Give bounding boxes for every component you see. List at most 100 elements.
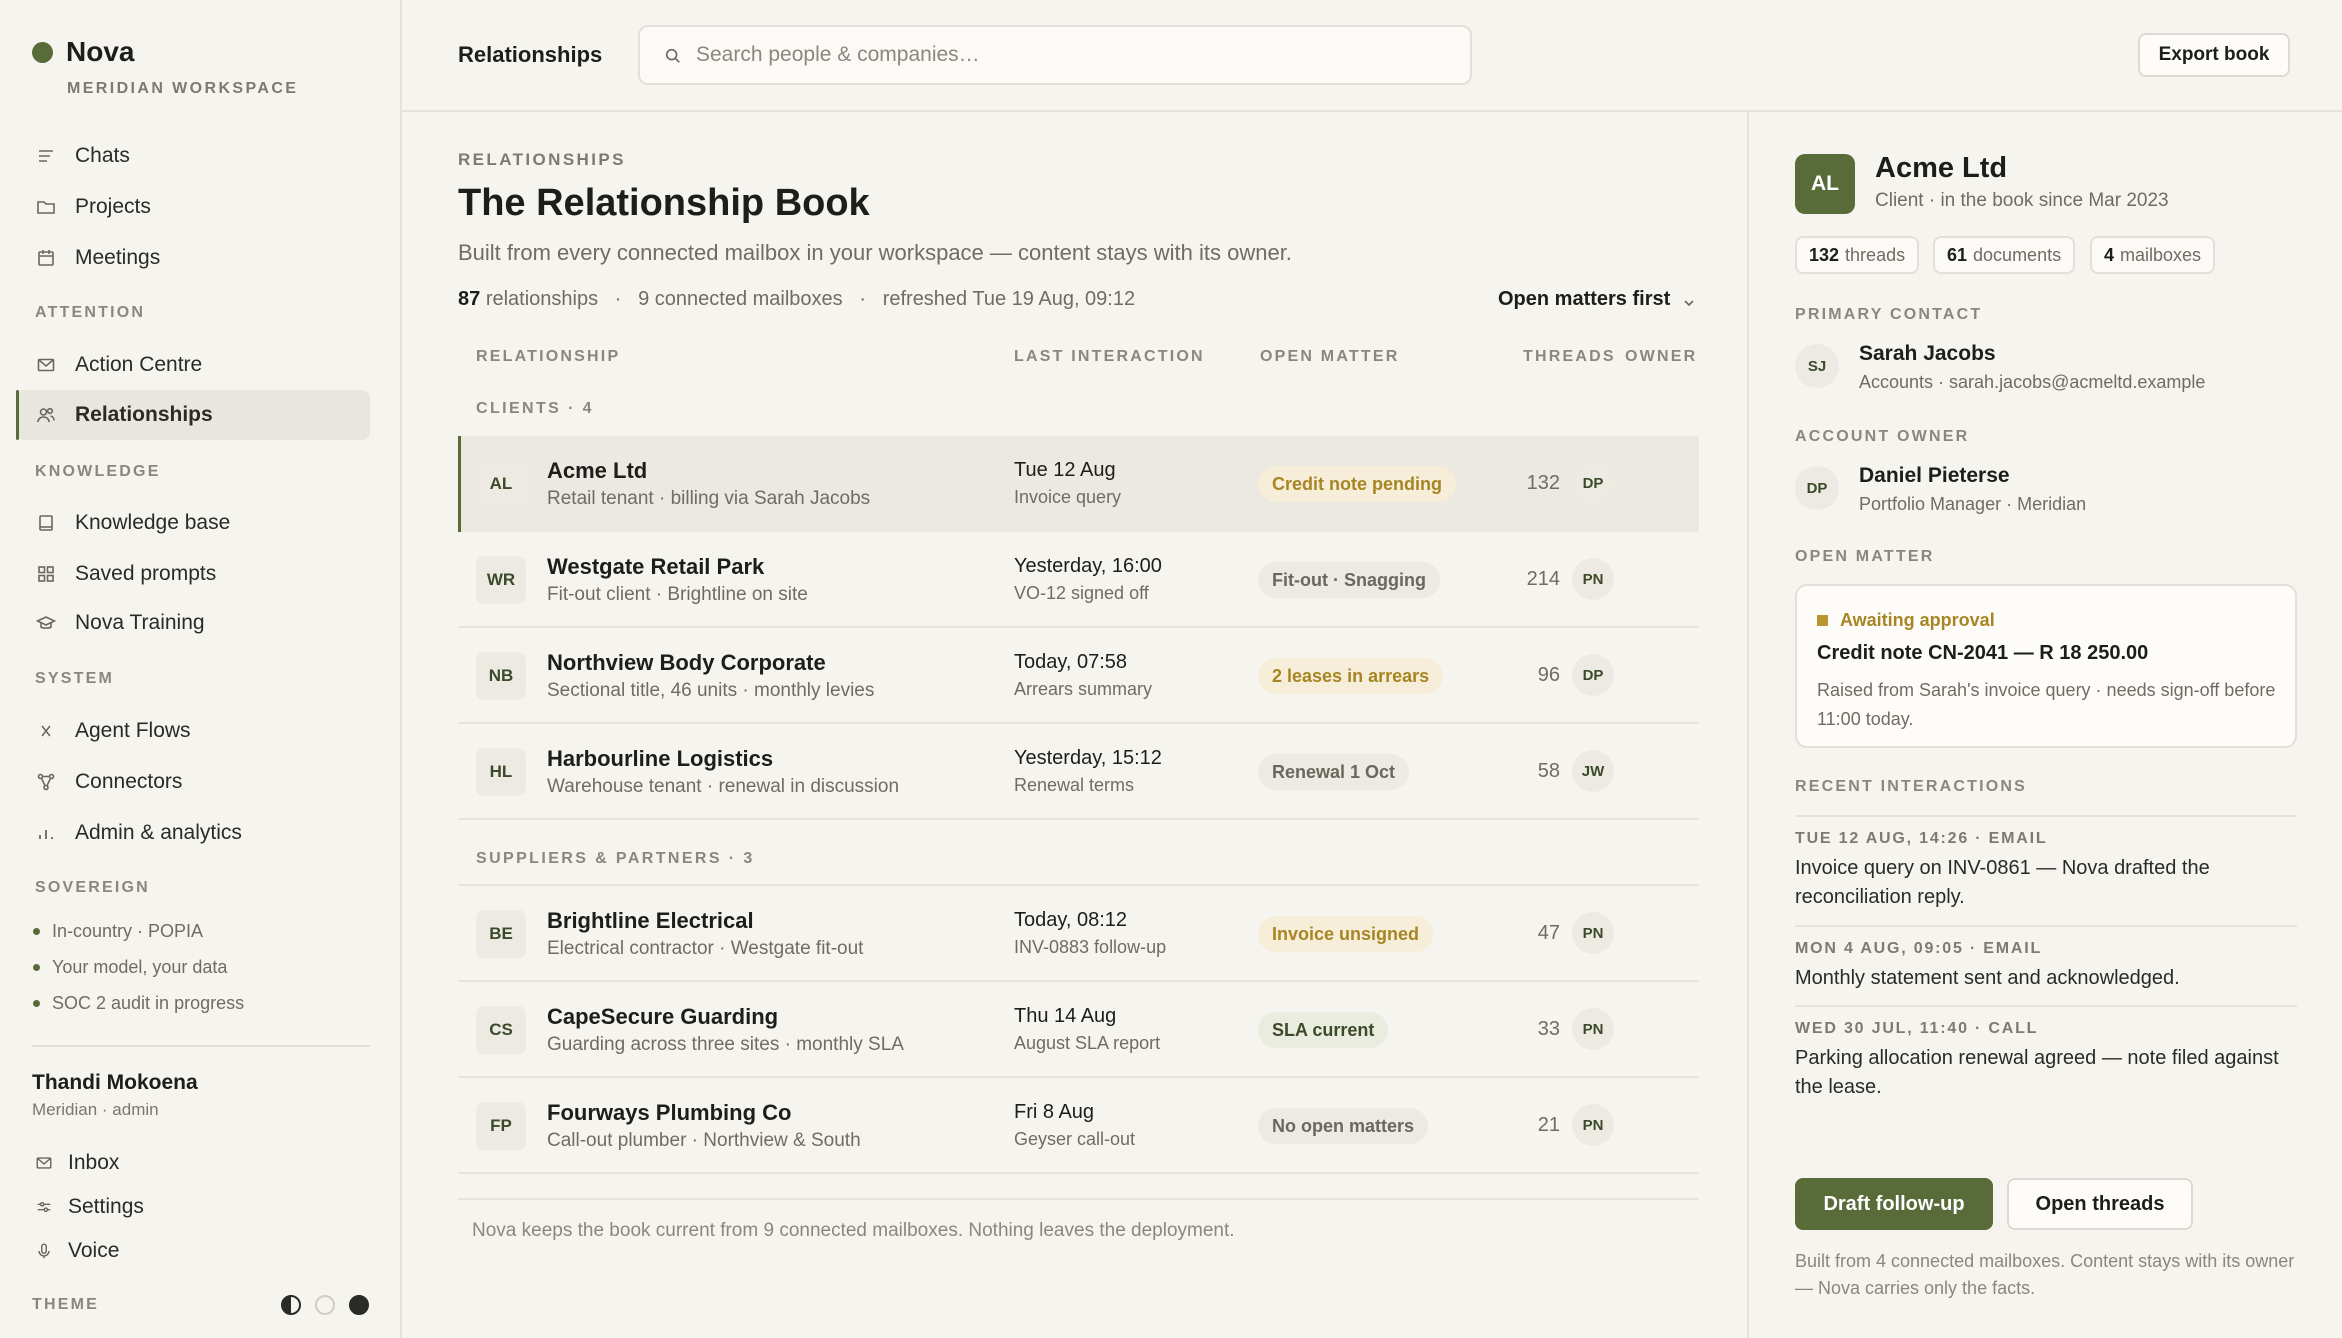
status-badge: Invoice unsigned	[1258, 916, 1434, 952]
last-interaction-time: Thu 14 Aug	[1014, 1005, 1117, 1027]
matter-status: Awaiting approval	[1817, 610, 1995, 631]
sovereign-item: SOC 2 audit in progress	[33, 993, 244, 1014]
sidebar-item-label: Connectors	[75, 770, 183, 793]
section-title-attention: ATTENTION	[35, 304, 146, 321]
owner-avatar: DP	[1795, 466, 1839, 510]
sidebar-item-chats[interactable]: Chats	[16, 131, 370, 181]
column-header-last-interaction[interactable]: LAST INTERACTION	[1014, 348, 1205, 366]
last-interaction-time: Tue 12 Aug	[1014, 459, 1116, 481]
table-row[interactable]: WR Westgate Retail Park Fit-out client ·…	[458, 532, 1699, 628]
sidebar-item-saved-prompts[interactable]: Saved prompts	[16, 549, 370, 599]
sidebar-item-projects[interactable]: Projects	[16, 182, 370, 232]
search-box[interactable]	[638, 25, 1472, 85]
relationship-detail: Sectional title, 46 units · monthly levi…	[547, 680, 875, 701]
thread-count: 214	[1526, 568, 1560, 590]
thread-count: 47	[1537, 922, 1560, 944]
detail-name: Acme Ltd	[1875, 152, 2008, 184]
book-icon	[36, 513, 56, 533]
column-header-relationship[interactable]: RELATIONSHIP	[476, 348, 620, 366]
sidebar-item-connectors[interactable]: Connectors	[16, 757, 370, 807]
status-badge: Renewal 1 Oct	[1258, 754, 1410, 790]
sidebar-item-relationships[interactable]: Relationships	[16, 390, 370, 440]
table-row[interactable]: HL Harbourline Logistics Warehouse tenan…	[458, 724, 1699, 820]
owner-avatar: PN	[1572, 912, 1614, 954]
footnote: Nova keeps the book current from 9 conne…	[472, 1220, 1235, 1241]
relationship-detail: Warehouse tenant · renewal in discussion	[547, 776, 900, 797]
sidebar-item-admin-analytics[interactable]: Admin & analytics	[16, 808, 370, 858]
status-badge: Fit-out · Snagging	[1258, 562, 1440, 598]
sidebar-item-label: Action Centre	[75, 353, 203, 376]
mail-icon	[36, 355, 56, 375]
interaction-text[interactable]: Invoice query on INV-0861 — Nova drafted…	[1795, 854, 2297, 912]
relationship-detail: Call-out plumber · Northview & South	[547, 1130, 861, 1151]
sliders-icon	[34, 1197, 54, 1217]
owner-avatar: PN	[1572, 1008, 1614, 1050]
sidebar-item-agent-flows[interactable]: Agent Flows	[16, 706, 370, 756]
detail-panel: AL Acme Ltd Client · in the book since M…	[1747, 112, 2342, 1338]
divider	[32, 1045, 370, 1047]
sidebar-item-label: Relationships	[75, 403, 213, 426]
relationship-count-label: relationships	[485, 288, 599, 310]
section-title-system: SYSTEM	[35, 670, 114, 687]
table-row[interactable]: FP Fourways Plumbing Co Call-out plumber…	[458, 1078, 1699, 1174]
theme-dark-button[interactable]	[349, 1295, 369, 1315]
theme-light-button[interactable]	[315, 1295, 335, 1315]
table-row[interactable]: AL Acme Ltd Retail tenant · billing via …	[458, 436, 1699, 532]
grid-icon	[36, 564, 56, 584]
book-meta: 87 relationships · 9 connected mailboxes…	[458, 288, 1136, 310]
last-interaction-time: Fri 8 Aug	[1014, 1101, 1095, 1123]
interaction-text[interactable]: Parking allocation renewal agreed — note…	[1795, 1044, 2297, 1102]
column-header-owner[interactable]: OWNER	[1625, 348, 1697, 366]
owner-avatar: PN	[1572, 558, 1614, 600]
interaction-meta: WED 30 JUL, 11:40 · CALL	[1795, 1020, 2039, 1037]
relationship-name: Fourways Plumbing Co	[547, 1100, 792, 1125]
user-role: Meridian · admin	[32, 1100, 159, 1119]
network-icon	[36, 772, 56, 792]
column-header-open-matter[interactable]: OPEN MATTER	[1260, 348, 1399, 366]
sidebar-item-label: Meetings	[75, 246, 161, 269]
export-book-button[interactable]: Export book	[2138, 33, 2290, 77]
sort-dropdown[interactable]: Open matters first	[1498, 288, 1696, 311]
sidebar-item-voice[interactable]: Voice	[16, 1231, 370, 1271]
relationship-name: Harbourline Logistics	[547, 746, 774, 771]
table-row[interactable]: NB Northview Body Corporate Sectional ti…	[458, 628, 1699, 724]
bullet-dot	[33, 1000, 40, 1007]
table-row[interactable]: BE Brightline Electrical Electrical cont…	[458, 886, 1699, 982]
draft-follow-up-button[interactable]: Draft follow-up	[1795, 1178, 1993, 1230]
sidebar-item-label: Admin & analytics	[75, 821, 242, 844]
relationship-name: Brightline Electrical	[547, 908, 754, 933]
status-square-icon	[1817, 615, 1828, 626]
stat-threads[interactable]: 132 threads	[1795, 236, 1920, 274]
sidebar-item-meetings[interactable]: Meetings	[16, 233, 370, 283]
sidebar-item-inbox[interactable]: Inbox	[16, 1143, 370, 1183]
sidebar-item-knowledge-base[interactable]: Knowledge base	[16, 498, 370, 548]
thread-count: 132	[1526, 472, 1560, 494]
search-input[interactable]	[696, 39, 1436, 71]
sidebar-item-label: Chats	[75, 144, 130, 167]
page-description: Built from every connected mailbox in yo…	[458, 240, 1292, 265]
stat-value: 4	[2104, 244, 2115, 265]
contact-name[interactable]: Sarah Jacobs	[1859, 342, 1996, 366]
open-matter-card[interactable]: Awaiting approval Credit note CN-2041 — …	[1795, 584, 2297, 748]
stat-mailboxes[interactable]: 4 mailboxes	[2090, 236, 2216, 274]
last-interaction-subject: VO-12 signed off	[1014, 583, 1149, 603]
table-row[interactable]: CS CapeSecure Guarding Guarding across t…	[458, 982, 1699, 1078]
theme-auto-button[interactable]	[281, 1295, 301, 1315]
owner-avatar: DP	[1572, 654, 1614, 696]
sidebar-item-action-centre[interactable]: Action Centre	[16, 340, 370, 390]
bullet-dot	[33, 964, 40, 971]
sovereign-item: In-country · POPIA	[33, 921, 203, 942]
theme-label: THEME	[32, 1296, 99, 1313]
detail-subtitle: Client · in the book since Mar 2023	[1875, 190, 2169, 211]
last-interaction-time: Yesterday, 15:12	[1014, 747, 1162, 769]
sidebar-item-settings[interactable]: Settings	[16, 1187, 370, 1227]
interaction-text[interactable]: Monthly statement sent and acknowledged.	[1795, 964, 2297, 993]
owner-name[interactable]: Daniel Pieterse	[1859, 464, 2010, 488]
owner-avatar: PN	[1572, 1104, 1614, 1146]
section-title-primary-contact: PRIMARY CONTACT	[1795, 306, 1983, 323]
sort-label: Open matters first	[1498, 288, 1671, 310]
sidebar-item-nova-training[interactable]: Nova Training	[16, 598, 370, 648]
column-header-threads[interactable]: THREADS	[1523, 348, 1616, 366]
open-threads-button[interactable]: Open threads	[2007, 1178, 2193, 1230]
stat-documents[interactable]: 61 documents	[1933, 236, 2076, 274]
